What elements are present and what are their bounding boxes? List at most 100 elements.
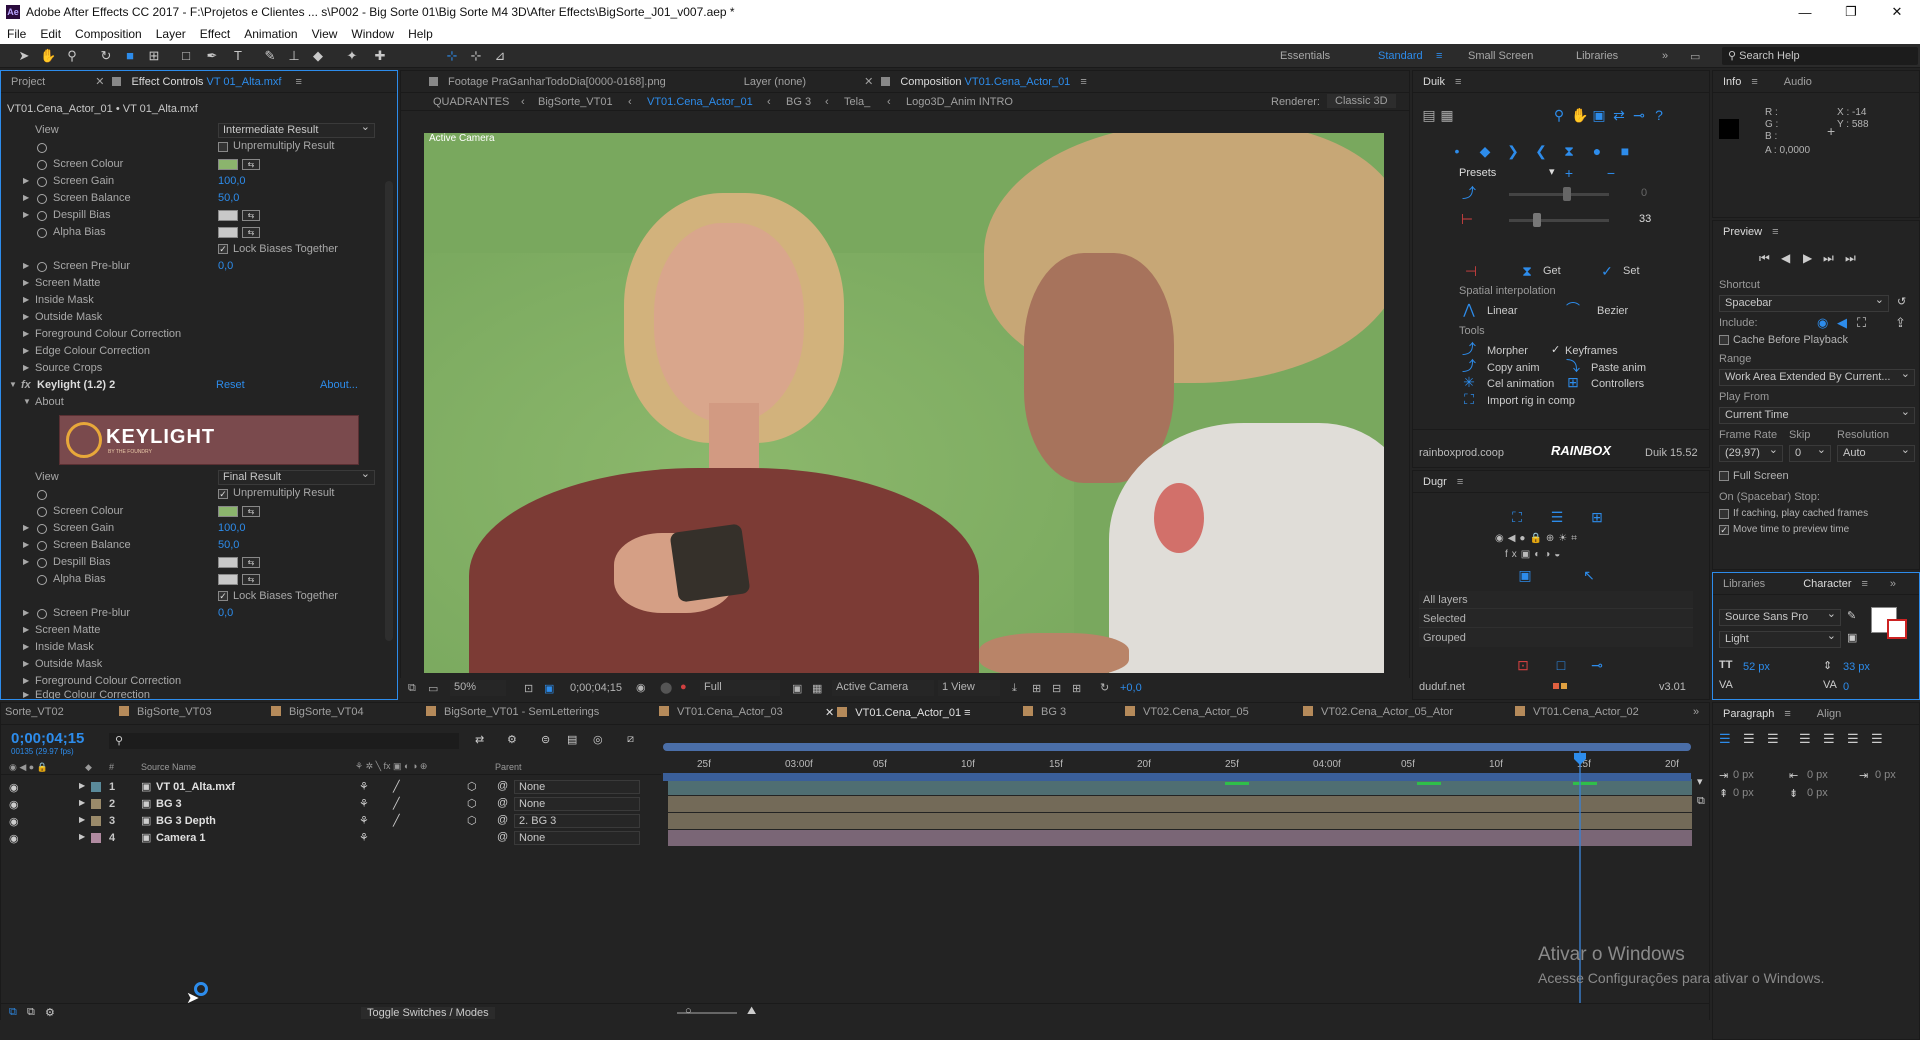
duik-autorig-icon[interactable]: ⚲ <box>1551 107 1567 123</box>
prev-frame-icon[interactable]: ◀ <box>1781 251 1790 265</box>
morpher-icon[interactable]: ⤴ <box>1461 341 1477 357</box>
menu-window[interactable]: Window <box>344 27 401 41</box>
always-preview-icon[interactable]: ⧉ <box>408 682 416 695</box>
expand-arrow-icon[interactable]: ▶ <box>23 329 29 338</box>
import-rig-button[interactable]: Import rig in comp <box>1487 395 1575 407</box>
align-right-icon[interactable]: ☰ <box>1767 731 1779 747</box>
quality-switch-icon[interactable]: ╱ <box>393 814 400 827</box>
panel-menu-icon[interactable]: ≡ <box>1784 708 1790 720</box>
panel-menu-icon[interactable]: ≡ <box>964 707 970 719</box>
expand-timing-icon[interactable]: ⚙ <box>45 1006 55 1019</box>
duik-hand-icon[interactable]: ✋ <box>1571 107 1588 123</box>
frame-blending-icon[interactable]: ▤ <box>567 733 577 746</box>
dugr-pointer-icon[interactable]: ↖ <box>1581 567 1597 583</box>
roto-brush-tool-icon[interactable]: ✦ <box>344 48 360 64</box>
dugr-all-layers[interactable]: All layers <box>1419 591 1693 609</box>
play-from-dropdown[interactable]: Current Time <box>1719 406 1915 424</box>
font-size-value[interactable]: 52 px <box>1743 661 1770 673</box>
workspace-libraries[interactable]: Libraries <box>1576 50 1618 62</box>
safe-margins-icon[interactable]: ▣ <box>544 682 554 695</box>
dugr-square-icon[interactable]: □ <box>1553 657 1569 673</box>
time-navigator-bar[interactable] <box>663 743 1691 751</box>
view-axis-icon[interactable]: ⊿ <box>492 48 508 64</box>
stopwatch-icon[interactable] <box>37 194 47 204</box>
screen-balance-value[interactable]: 50,0 <box>218 539 239 551</box>
skip-dropdown[interactable]: 0 <box>1789 444 1831 462</box>
expand-arrow-icon[interactable]: ▶ <box>79 798 85 807</box>
lock-tab-icon[interactable] <box>429 77 438 86</box>
expand-arrow-icon[interactable]: ▶ <box>23 557 29 566</box>
justify-left-icon[interactable]: ☰ <box>1799 731 1811 747</box>
include-video-icon[interactable]: ◉ <box>1817 315 1828 331</box>
stopwatch-icon[interactable] <box>37 541 47 551</box>
play-icon[interactable]: ▶ <box>1803 251 1812 265</box>
lock-tab-icon[interactable] <box>881 77 891 86</box>
timeline-zoom-handle-icon[interactable]: ○ <box>685 1005 692 1017</box>
dugr-link-icon[interactable]: ⊸ <box>1589 657 1605 673</box>
layer-row[interactable]: ◉ ▶ 2 ▣ BG 3 ⚘ ╱ ⬡ @ None <box>1 796 661 813</box>
view-dropdown[interactable]: Final Result <box>218 468 375 485</box>
expand-arrow-icon[interactable]: ▶ <box>23 608 29 617</box>
toggle-switches-modes[interactable]: Toggle Switches / Modes <box>361 1007 495 1019</box>
pickwhip-icon[interactable]: @ <box>497 831 508 843</box>
reset-link[interactable]: Reset <box>216 379 245 391</box>
import-rig-icon[interactable]: ⛶ <box>1461 391 1477 407</box>
expand-arrow-icon[interactable]: ▶ <box>23 676 29 685</box>
parent-dropdown[interactable]: 2. BG 3 <box>514 814 640 828</box>
about-link[interactable]: About... <box>320 379 358 391</box>
shy-switch-icon[interactable]: ⚘ <box>359 814 369 827</box>
outside-mask-group[interactable]: Outside Mask <box>35 658 102 670</box>
layer-name[interactable]: Camera 1 <box>156 832 206 844</box>
velocity-value[interactable]: 33 <box>1639 213 1651 225</box>
view-dropdown[interactable]: Intermediate Result <box>218 121 375 138</box>
close-button[interactable]: ✕ <box>1874 0 1920 24</box>
last-frame-icon[interactable]: ⏭ <box>1845 251 1856 266</box>
linear-icon[interactable]: ⋀ <box>1461 301 1477 317</box>
selection-tool-icon[interactable]: ➤ <box>16 48 32 64</box>
alpha-bias-swatch[interactable] <box>218 227 238 238</box>
get-icon[interactable]: ⧗ <box>1519 263 1535 279</box>
menu-effect[interactable]: Effect <box>193 27 237 41</box>
screen-gain-value[interactable]: 100,0 <box>218 175 246 187</box>
despill-bias-swatch[interactable] <box>218 557 238 568</box>
3d-layer-icon[interactable]: ⬡ <box>467 797 477 810</box>
sync-settings-icon[interactable]: ▭ <box>1690 50 1700 63</box>
dugr-warning-icon[interactable]: ⊡ <box>1515 657 1531 673</box>
first-frame-icon[interactable]: ⏮ <box>1759 251 1770 266</box>
remove-preset-icon[interactable]: − <box>1603 165 1619 181</box>
eye-icon[interactable]: ◉ <box>9 781 19 794</box>
screen-colour-swatch[interactable] <box>218 159 238 170</box>
range-dropdown[interactable]: Work Area Extended By Current... <box>1719 368 1915 386</box>
keyframe-easy-ease-icon[interactable]: ⧗ <box>1561 143 1577 159</box>
reset-exposure-icon[interactable]: ↻ <box>1100 681 1109 694</box>
collapse-arrow-icon[interactable]: ▼ <box>9 380 17 389</box>
presets-label[interactable]: Presets <box>1459 167 1496 179</box>
eyedropper-icon[interactable]: ⇆ <box>242 210 260 221</box>
resolution-grid-icon[interactable]: ⊡ <box>524 682 533 695</box>
world-axis-icon[interactable]: ⊹ <box>468 48 484 64</box>
expand-arrow-icon[interactable]: ▶ <box>79 815 85 824</box>
close-tab-icon[interactable]: ✕ <box>95 75 104 88</box>
layer-row[interactable]: ◉ ▶ 1 ▣ VT 01_Alta.mxf ⚘ ╱ ⬡ @ None <box>1 779 661 796</box>
screen-gain-value[interactable]: 100,0 <box>218 522 246 534</box>
bezier-button[interactable]: Bezier <box>1597 305 1628 317</box>
tab-label[interactable]: BigSorte_VT04 <box>289 706 364 718</box>
unpremultiply-checkbox[interactable]: ✓ <box>218 489 228 499</box>
linear-button[interactable]: Linear <box>1487 305 1518 317</box>
layer-duration-bar[interactable] <box>668 796 1692 812</box>
foreground-cc-group[interactable]: Foreground Colour Correction <box>35 328 181 340</box>
snapshot-icon[interactable]: ◉ <box>636 681 646 694</box>
layer-duration-bar[interactable] <box>668 830 1692 846</box>
fast-previews-icon[interactable]: ⊞ <box>1032 682 1041 695</box>
motion-blur-icon[interactable]: ◎ <box>593 733 603 746</box>
renderer-button[interactable]: Classic 3D <box>1327 94 1396 108</box>
rectangle-tool-icon[interactable]: □ <box>178 48 194 64</box>
panel-menu-icon[interactable]: ≡ <box>1772 226 1778 238</box>
shortcut-dropdown[interactable]: Spacebar <box>1719 294 1889 312</box>
quality-dropdown[interactable]: Full <box>700 680 780 696</box>
controllers-button[interactable]: Controllers <box>1591 378 1644 390</box>
breadcrumb-bg3[interactable]: BG 3 <box>786 96 811 108</box>
expand-arrow-icon[interactable]: ▶ <box>23 176 29 185</box>
tab-label[interactable]: VT01.Cena_Actor_03 <box>677 706 783 718</box>
if-caching-checkbox[interactable] <box>1719 509 1729 519</box>
